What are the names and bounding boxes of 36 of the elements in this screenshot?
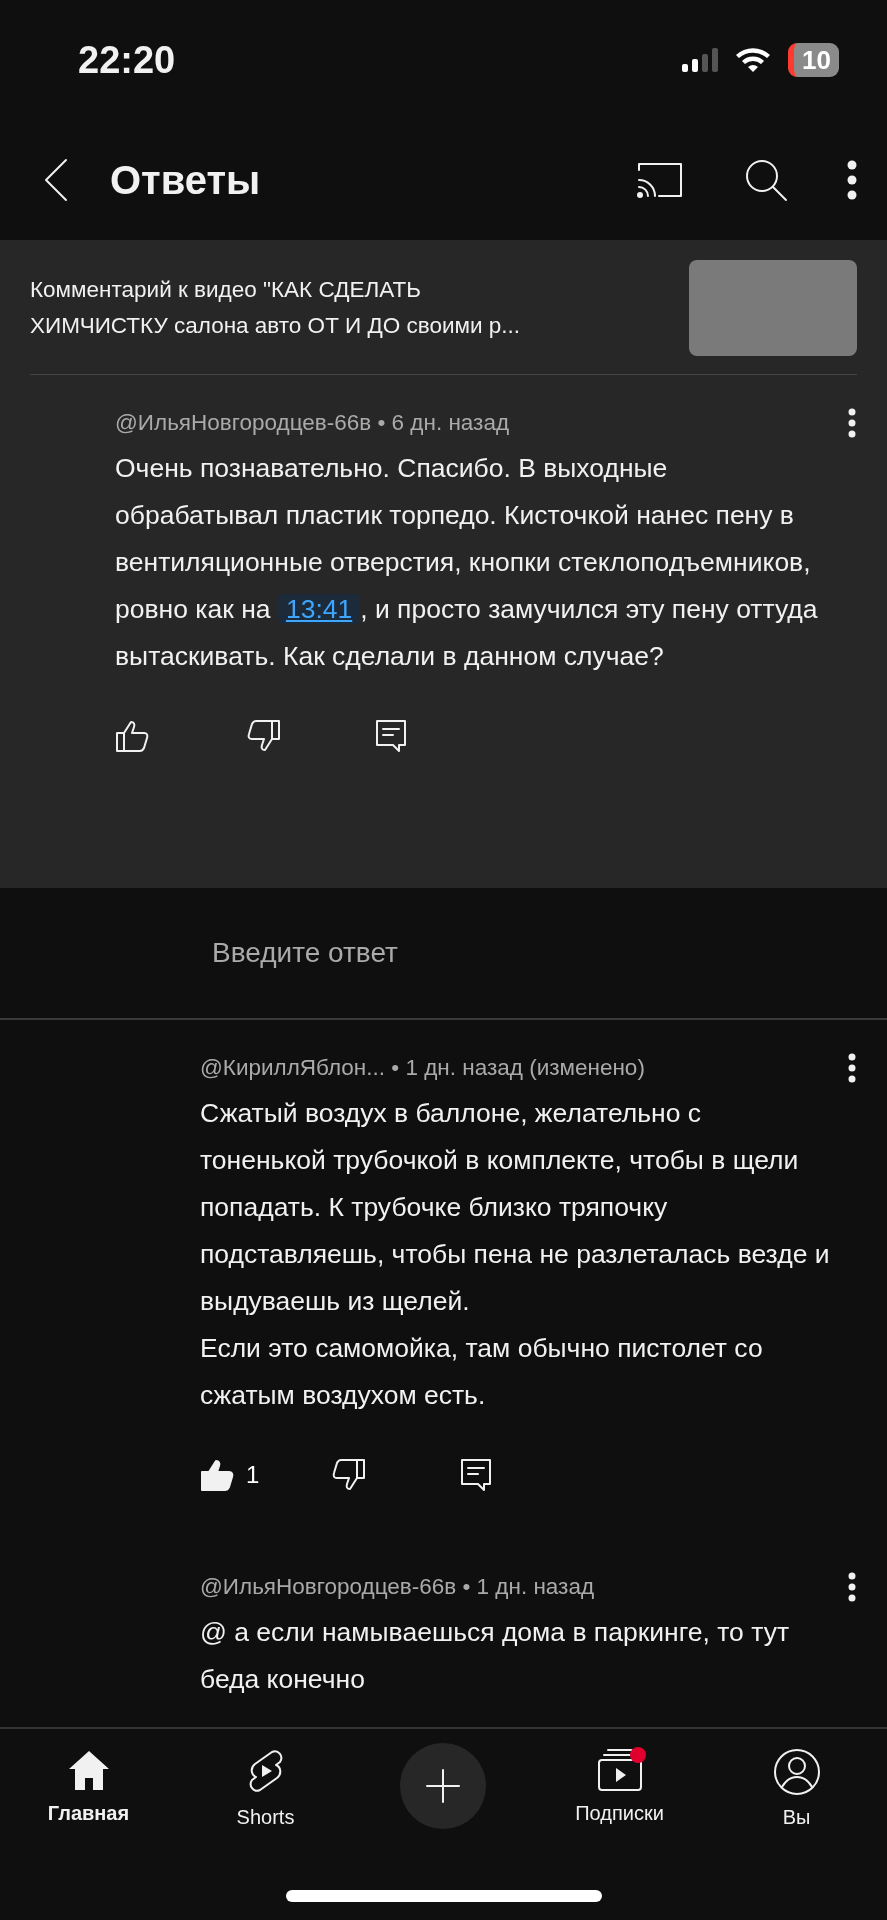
battery-indicator: 10	[788, 43, 839, 77]
timestamp-link[interactable]: 13:41	[277, 594, 361, 624]
cast-icon[interactable]	[635, 160, 685, 200]
wifi-icon	[734, 46, 773, 74]
comment-text: @ а если намываешься дома в паркинге, то тут беда конечно	[200, 1616, 791, 1696]
page-title: Ответы	[110, 157, 261, 204]
reply-input[interactable]: Введите ответ	[210, 931, 810, 975]
dislike-icon[interactable]	[245, 719, 281, 753]
like-count: 1	[246, 1460, 260, 1490]
nav-tab[interactable]: Вы	[766, 1747, 827, 1833]
subscriptions-icon	[595, 1748, 644, 1792]
plus-icon	[424, 1768, 461, 1804]
nav-tab[interactable]: Главная	[41, 1747, 136, 1829]
reply-icon[interactable]	[375, 719, 407, 753]
like-icon[interactable]	[200, 1458, 236, 1492]
signal-icon	[682, 48, 719, 72]
comment-text: Очень познавательно. Спасибо. В выходные обрабатывал пластик торпедо. Кисточкой нанес пену в вентиляционные отверстия, кнопки стеклоподъемников, ровно как на 13:41 , и просто замучился эту пену оттуда вытаскивать. Как сделали в данном случае?	[115, 452, 819, 673]
profile-icon	[772, 1748, 821, 1796]
comment-meta: @ИльяНовгородцев-66в • 6 дн. назад	[115, 409, 510, 437]
search-icon[interactable]	[743, 157, 789, 203]
more-icon[interactable]	[847, 1572, 857, 1602]
nav-tab[interactable]: Shorts	[230, 1747, 301, 1833]
video-title-line[interactable]: Комментарий к видео "КАК СДЕЛАТЬ	[30, 272, 521, 308]
more-icon[interactable]	[847, 408, 857, 438]
status-time: 22:20	[78, 37, 176, 83]
like-icon[interactable]	[115, 719, 151, 753]
comment-meta: @ИльяНовгородцев-66в • 1 дн. назад	[200, 1573, 595, 1601]
more-icon[interactable]	[847, 1053, 857, 1083]
comment-text: Сжатый воздух в баллоне, желательно с тоненькой трубочкой в комплекте, чтобы в щели попадать. К трубочке близко тряпочку подставляешь, чтобы пена не разлеталась везде и выдуваешь из щелей. Если это самомойка, там обычно пистолет со сжатым воздухом есть.	[200, 1097, 831, 1412]
video-title-line[interactable]: ХИМЧИСТКУ салона авто ОТ И ДО своими р...	[30, 308, 521, 344]
nav-tab[interactable]: Подписки	[569, 1747, 670, 1829]
dislike-icon[interactable]	[330, 1458, 366, 1492]
more-icon[interactable]	[847, 160, 857, 200]
comment-meta: @КириллЯблон... • 1 дн. назад (изменено)	[200, 1054, 645, 1082]
video-thumbnail[interactable]	[689, 260, 857, 356]
reply-icon[interactable]	[460, 1458, 492, 1492]
